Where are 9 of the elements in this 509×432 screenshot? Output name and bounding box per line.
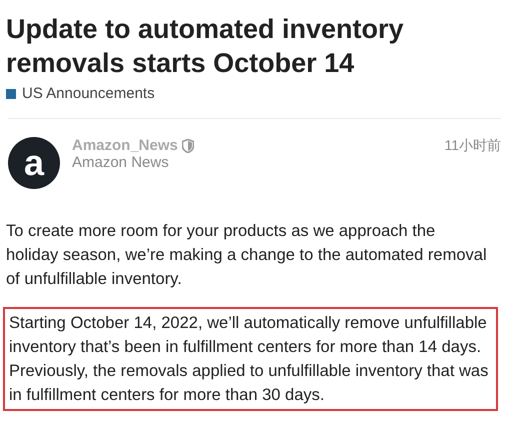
post-time: 11小时前 xyxy=(444,137,501,155)
shield-icon xyxy=(182,138,194,152)
category-square-icon xyxy=(6,88,16,98)
post-title: Update to automated inventory removals starts October 14 xyxy=(6,13,405,80)
avatar[interactable]: a xyxy=(8,137,60,189)
display-name: Amazon News xyxy=(72,154,170,171)
paragraph: To create more room for your products as we approach the holiday season, we’re making a change to the automated removal of unfulfillable inventory. xyxy=(6,221,488,290)
highlighted-paragraph: Starting October 14, 2022, we’ll automatically remove unfulfillable inventory that’s been in fulfillment centers for more than 14 days. Previously, the removals applied to unfulfillable inventory that was in fulfillment centers for more than 30 days. xyxy=(3,307,498,411)
category-link[interactable]: US Announcements xyxy=(22,85,155,102)
